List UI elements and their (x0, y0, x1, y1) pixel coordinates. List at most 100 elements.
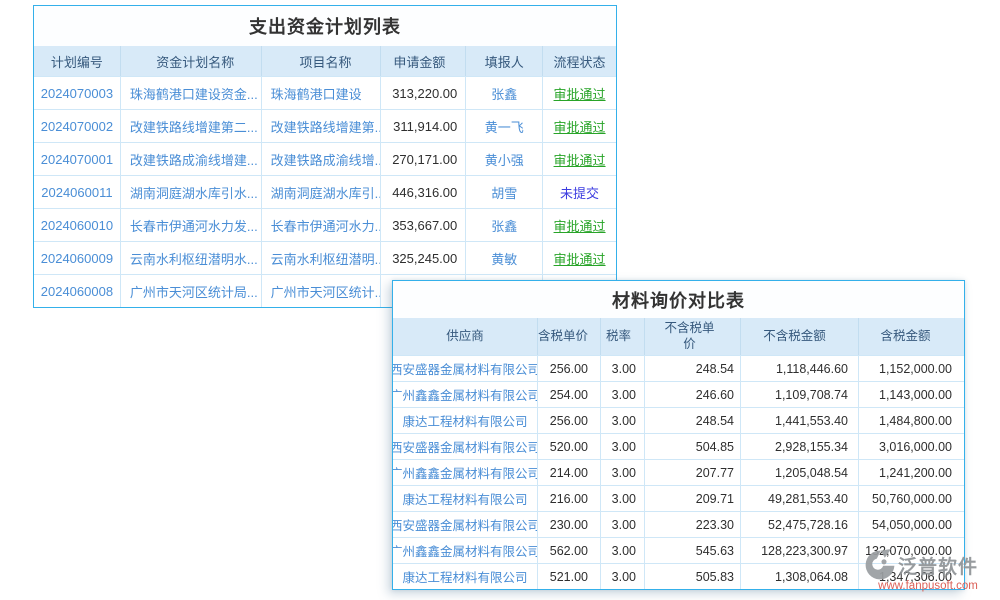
cell-plan-id[interactable]: 2024060011 (34, 176, 121, 208)
plan-table-header: 计划编号 资金计划名称 项目名称 申请金额 填报人 流程状态 (34, 46, 616, 76)
table-row: 广州鑫鑫金属材料有限公司 562.00 3.00 545.63 128,223,… (393, 537, 964, 563)
cell-taxed-amount: 1,152,000.00 (859, 356, 964, 381)
cell-amount: 270,171.00 (381, 143, 466, 175)
cell-project-name[interactable]: 广州市天河区统计... (262, 275, 382, 307)
table-row: 西安盛器金属材料有限公司 520.00 3.00 504.85 2,928,15… (393, 433, 964, 459)
quote-table-body: 西安盛器金属材料有限公司 256.00 3.00 248.54 1,118,44… (393, 355, 964, 589)
cell-plan-name[interactable]: 改建铁路线增建第二... (121, 110, 262, 142)
cell-plan-name[interactable]: 广州市天河区统计局... (121, 275, 262, 307)
cell-person: 胡雪 (466, 176, 543, 208)
cell-untaxed-amount: 52,475,728.16 (741, 512, 859, 537)
col-header-untaxed-amount: 不含税金额 (741, 318, 859, 355)
col-header-taxed-price: 含税单价 (538, 318, 601, 355)
cell-untaxed-amount: 1,441,553.40 (741, 408, 859, 433)
cell-taxed-amount: 3,016,000.00 (859, 434, 964, 459)
cell-tax-rate: 3.00 (601, 486, 645, 511)
cell-supplier[interactable]: 西安盛器金属材料有限公司 (393, 356, 538, 381)
table-row: 广州鑫鑫金属材料有限公司 254.00 3.00 246.60 1,109,70… (393, 381, 964, 407)
cell-untaxed-price: 545.63 (645, 538, 741, 563)
cell-project-name[interactable]: 长春市伊通河水力... (262, 209, 382, 241)
cell-plan-id[interactable]: 2024070002 (34, 110, 121, 142)
col-header-person: 填报人 (466, 46, 543, 76)
cell-status-link[interactable]: 审批通过 (543, 110, 616, 142)
table-row: 2024060010 长春市伊通河水力发... 长春市伊通河水力... 353,… (34, 208, 616, 241)
cell-plan-id[interactable]: 2024070001 (34, 143, 121, 175)
table-row: 康达工程材料有限公司 216.00 3.00 209.71 49,281,553… (393, 485, 964, 511)
cell-supplier[interactable]: 广州鑫鑫金属材料有限公司 (393, 538, 538, 563)
quote-table-title: 材料询价对比表 (393, 281, 964, 318)
col-header-plan-id: 计划编号 (34, 46, 121, 76)
cell-taxed-amount: 50,760,000.00 (859, 486, 964, 511)
cell-supplier[interactable]: 广州鑫鑫金属材料有限公司 (393, 460, 538, 485)
cell-project-name[interactable]: 改建铁路成渝线增... (262, 143, 382, 175)
cell-status-link[interactable]: 审批通过 (543, 143, 616, 175)
table-row: 2024070001 改建铁路成渝线增建... 改建铁路成渝线增... 270,… (34, 142, 616, 175)
cell-plan-id[interactable]: 2024060008 (34, 275, 121, 307)
table-row: 西安盛器金属材料有限公司 256.00 3.00 248.54 1,118,44… (393, 355, 964, 381)
cell-untaxed-amount: 1,109,708.74 (741, 382, 859, 407)
cell-untaxed-amount: 1,308,064.08 (741, 564, 859, 589)
cell-plan-id[interactable]: 2024060010 (34, 209, 121, 241)
cell-taxed-price: 230.00 (538, 512, 601, 537)
cell-status-link[interactable]: 审批通过 (543, 209, 616, 241)
cell-plan-name[interactable]: 云南水利枢纽潜明水... (121, 242, 262, 274)
cell-tax-rate: 3.00 (601, 356, 645, 381)
cell-person: 张鑫 (466, 77, 543, 109)
quote-table-header: 供应商 含税单价 税率 不含税单价 不含税金额 含税金额 (393, 318, 964, 355)
cell-status-link[interactable]: 审批通过 (543, 77, 616, 109)
cell-untaxed-price: 504.85 (645, 434, 741, 459)
cell-plan-id[interactable]: 2024060009 (34, 242, 121, 274)
table-row: 康达工程材料有限公司 521.00 3.00 505.83 1,308,064.… (393, 563, 964, 589)
cell-untaxed-amount: 1,118,446.60 (741, 356, 859, 381)
cell-taxed-price: 256.00 (538, 408, 601, 433)
cell-supplier[interactable]: 康达工程材料有限公司 (393, 564, 538, 589)
cell-project-name[interactable]: 改建铁路线增建第... (262, 110, 382, 142)
cell-supplier[interactable]: 康达工程材料有限公司 (393, 408, 538, 433)
table-row: 2024070002 改建铁路线增建第二... 改建铁路线增建第... 311,… (34, 109, 616, 142)
cell-plan-name[interactable]: 长春市伊通河水力发... (121, 209, 262, 241)
cell-untaxed-price: 248.54 (645, 356, 741, 381)
plan-table-title: 支出资金计划列表 (34, 6, 616, 46)
cell-taxed-amount: 132,070,000.00 (859, 538, 964, 563)
col-header-untaxed-price: 不含税单价 (645, 318, 741, 355)
cell-amount: 353,667.00 (381, 209, 466, 241)
cell-tax-rate: 3.00 (601, 434, 645, 459)
cell-supplier[interactable]: 西安盛器金属材料有限公司 (393, 512, 538, 537)
table-row: 康达工程材料有限公司 256.00 3.00 248.54 1,441,553.… (393, 407, 964, 433)
cell-person: 张鑫 (466, 209, 543, 241)
cell-taxed-amount: 1,347,306.00 (859, 564, 964, 589)
table-row: 2024060009 云南水利枢纽潜明水... 云南水利枢纽潜明... 325,… (34, 241, 616, 274)
cell-tax-rate: 3.00 (601, 382, 645, 407)
cell-taxed-price: 216.00 (538, 486, 601, 511)
cell-tax-rate: 3.00 (601, 460, 645, 485)
cell-untaxed-price: 248.54 (645, 408, 741, 433)
cell-taxed-price: 562.00 (538, 538, 601, 563)
cell-plan-id[interactable]: 2024070003 (34, 77, 121, 109)
cell-amount: 325,245.00 (381, 242, 466, 274)
table-row: 2024070003 珠海鹤港口建设资金... 珠海鹤港口建设 313,220.… (34, 76, 616, 109)
cell-untaxed-price: 505.83 (645, 564, 741, 589)
cell-supplier[interactable]: 西安盛器金属材料有限公司 (393, 434, 538, 459)
col-header-supplier: 供应商 (393, 318, 538, 355)
cell-taxed-price: 254.00 (538, 382, 601, 407)
cell-untaxed-amount: 2,928,155.34 (741, 434, 859, 459)
cell-plan-name[interactable]: 改建铁路成渝线增建... (121, 143, 262, 175)
cell-supplier[interactable]: 广州鑫鑫金属材料有限公司 (393, 382, 538, 407)
cell-taxed-price: 520.00 (538, 434, 601, 459)
cell-project-name[interactable]: 湖南洞庭湖水库引... (262, 176, 382, 208)
cell-status-link[interactable]: 审批通过 (543, 242, 616, 274)
cell-amount: 446,316.00 (381, 176, 466, 208)
plan-table-body: 2024070003 珠海鹤港口建设资金... 珠海鹤港口建设 313,220.… (34, 76, 616, 307)
cell-status-link[interactable]: 未提交 (543, 176, 616, 208)
untaxed-price-label: 不含税单价 (659, 321, 721, 352)
cell-project-name[interactable]: 珠海鹤港口建设 (262, 77, 382, 109)
cell-plan-name[interactable]: 珠海鹤港口建设资金... (121, 77, 262, 109)
cell-supplier[interactable]: 康达工程材料有限公司 (393, 486, 538, 511)
cell-tax-rate: 3.00 (601, 408, 645, 433)
cell-taxed-amount: 54,050,000.00 (859, 512, 964, 537)
cell-untaxed-amount: 49,281,553.40 (741, 486, 859, 511)
table-row: 广州鑫鑫金属材料有限公司 214.00 3.00 207.77 1,205,04… (393, 459, 964, 485)
cell-plan-name[interactable]: 湖南洞庭湖水库引水... (121, 176, 262, 208)
table-row: 西安盛器金属材料有限公司 230.00 3.00 223.30 52,475,7… (393, 511, 964, 537)
cell-project-name[interactable]: 云南水利枢纽潜明... (262, 242, 382, 274)
